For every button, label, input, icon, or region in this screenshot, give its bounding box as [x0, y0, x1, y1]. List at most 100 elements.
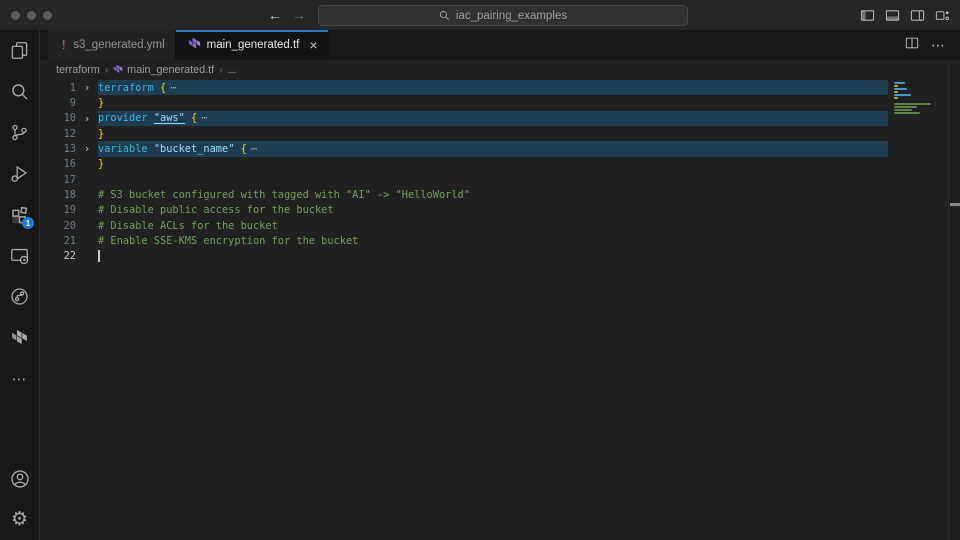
source-control-icon[interactable] — [0, 112, 39, 153]
line-number[interactable]: 22 — [40, 250, 76, 262]
breadcrumb: terraform › main_generated.tf › ... — [40, 60, 960, 80]
fold-chevron-icon[interactable]: › — [76, 113, 98, 124]
window-close-button[interactable] — [11, 11, 20, 20]
remote-explorer-icon[interactable] — [0, 235, 39, 276]
line-content[interactable]: terraform {⋯ — [98, 80, 888, 95]
line-content[interactable]: # Disable ACLs for the bucket — [98, 218, 888, 233]
token-cm: # Disable ACLs for the bucket — [98, 220, 278, 232]
token-cm: # S3 bucket configured with tagged with … — [98, 189, 470, 201]
minimap-line — [894, 88, 907, 90]
token-lk: "aws" — [154, 112, 185, 124]
settings-gear-icon[interactable]: ⚙ — [0, 499, 39, 540]
tab-bar: ! s3_generated.yml main_generated.tf × ⋯ — [40, 30, 960, 60]
code-line-1[interactable]: 1›terraform {⋯ — [40, 80, 960, 95]
window-controls[interactable] — [11, 11, 52, 20]
code-line-13[interactable]: 13›variable "bucket_name" {⋯ — [40, 141, 960, 156]
code-line-16[interactable]: 16} — [40, 157, 960, 172]
toggle-panel-bottom-icon[interactable] — [884, 7, 900, 23]
run-and-debug-icon[interactable] — [0, 153, 39, 194]
split-editor-icon[interactable] — [905, 36, 919, 55]
title-bar: ← → iac_pairing_examples — [0, 0, 960, 30]
terraform-view-icon[interactable] — [0, 317, 39, 358]
line-content[interactable]: # Enable SSE-KMS encryption for the buck… — [98, 233, 888, 248]
extensions-icon[interactable]: 1 — [0, 194, 39, 235]
minimap-line — [894, 109, 912, 111]
breadcrumb-symbol[interactable]: ... — [228, 64, 237, 76]
line-content[interactable]: } — [98, 95, 888, 110]
token-st: "bucket_name" — [154, 143, 235, 155]
command-center-search[interactable]: iac_pairing_examples — [318, 5, 688, 26]
git-graph-icon[interactable] — [0, 276, 39, 317]
line-number[interactable]: 20 — [40, 220, 76, 232]
token-cm: # Disable public access for the bucket — [98, 204, 334, 216]
token-br: { — [160, 82, 166, 94]
code-lines: 1›terraform {⋯9}10›provider "aws" {⋯12}1… — [40, 80, 960, 540]
line-number[interactable]: 10 — [40, 112, 76, 124]
close-icon[interactable]: × — [309, 38, 317, 52]
overview-ruler-scrollbar[interactable] — [948, 62, 960, 540]
minimap-line — [894, 82, 905, 84]
more-views-icon[interactable]: ⋯ — [0, 358, 39, 399]
tab-label: main_generated.tf — [207, 39, 300, 51]
line-content[interactable]: variable "bucket_name" {⋯ — [98, 141, 888, 156]
line-number[interactable]: 16 — [40, 158, 76, 170]
line-number[interactable]: 21 — [40, 235, 76, 247]
tab-label: s3_generated.yml — [73, 39, 164, 51]
tab-main-generated-tf[interactable]: main_generated.tf × — [176, 30, 329, 60]
toggle-sidebar-right-icon[interactable] — [909, 7, 925, 23]
account-icon[interactable] — [0, 458, 39, 499]
minimap-line — [894, 85, 898, 87]
code-line-20[interactable]: 20 # Disable ACLs for the bucket — [40, 218, 960, 233]
code-line-21[interactable]: 21 # Enable SSE-KMS encryption for the bu… — [40, 233, 960, 248]
line-number[interactable]: 1 — [40, 82, 76, 94]
code-line-12[interactable]: 12} — [40, 126, 960, 141]
fold-chevron-icon[interactable]: › — [76, 82, 98, 93]
breadcrumb-file[interactable]: main_generated.tf — [113, 64, 214, 77]
minimap-line — [894, 106, 917, 108]
line-content[interactable] — [98, 172, 888, 187]
editor-area: ! s3_generated.yml main_generated.tf × ⋯… — [40, 30, 960, 540]
token-br: } — [98, 128, 104, 140]
line-content[interactable]: } — [98, 126, 888, 141]
token-br: } — [98, 97, 104, 109]
search-icon — [439, 10, 450, 21]
line-content[interactable]: provider "aws" {⋯ — [98, 111, 888, 126]
token-br: { — [191, 112, 197, 124]
breadcrumb-folder[interactable]: terraform — [56, 64, 100, 76]
back-arrow-icon[interactable]: ← — [268, 8, 282, 22]
line-content[interactable]: # S3 bucket configured with tagged with … — [98, 187, 888, 202]
overview-cursor-marker — [950, 203, 960, 206]
token-kw: variable — [98, 143, 148, 155]
minimap-line — [894, 97, 898, 99]
code-line-17[interactable]: 17 — [40, 172, 960, 187]
token-fd: ⋯ — [170, 82, 175, 94]
search-view-icon[interactable] — [0, 71, 39, 112]
line-content[interactable]: } — [98, 157, 888, 172]
toggle-sidebar-left-icon[interactable] — [859, 7, 875, 23]
line-number[interactable]: 19 — [40, 204, 76, 216]
minimap[interactable] — [893, 80, 947, 540]
code-line-10[interactable]: 10›provider "aws" {⋯ — [40, 111, 960, 126]
window-minimize-button[interactable] — [27, 11, 36, 20]
line-number[interactable]: 17 — [40, 174, 76, 186]
line-number[interactable]: 9 — [40, 97, 76, 109]
forward-arrow-icon[interactable]: → — [292, 8, 306, 22]
code-line-19[interactable]: 19 # Disable public access for the bucket — [40, 203, 960, 218]
code-line-18[interactable]: 18 # S3 bucket configured with tagged wit… — [40, 187, 960, 202]
line-number[interactable]: 18 — [40, 189, 76, 201]
line-content[interactable]: # Disable public access for the bucket — [98, 203, 888, 218]
command-center-text: iac_pairing_examples — [456, 10, 567, 22]
line-content[interactable] — [98, 249, 888, 264]
line-number[interactable]: 12 — [40, 128, 76, 140]
explorer-icon[interactable] — [0, 30, 39, 71]
window-maximize-button[interactable] — [43, 11, 52, 20]
minimap-line — [894, 103, 931, 105]
code-line-22[interactable]: 22 — [40, 249, 960, 264]
line-number[interactable]: 13 — [40, 143, 76, 155]
code-line-9[interactable]: 9} — [40, 95, 960, 110]
customize-layout-icon[interactable] — [934, 7, 950, 23]
tab-s3-generated-yml[interactable]: ! s3_generated.yml — [48, 30, 176, 60]
fold-chevron-icon[interactable]: › — [76, 143, 98, 154]
yaml-warning-icon: ! — [60, 38, 67, 52]
more-actions-icon[interactable]: ⋯ — [931, 37, 946, 54]
